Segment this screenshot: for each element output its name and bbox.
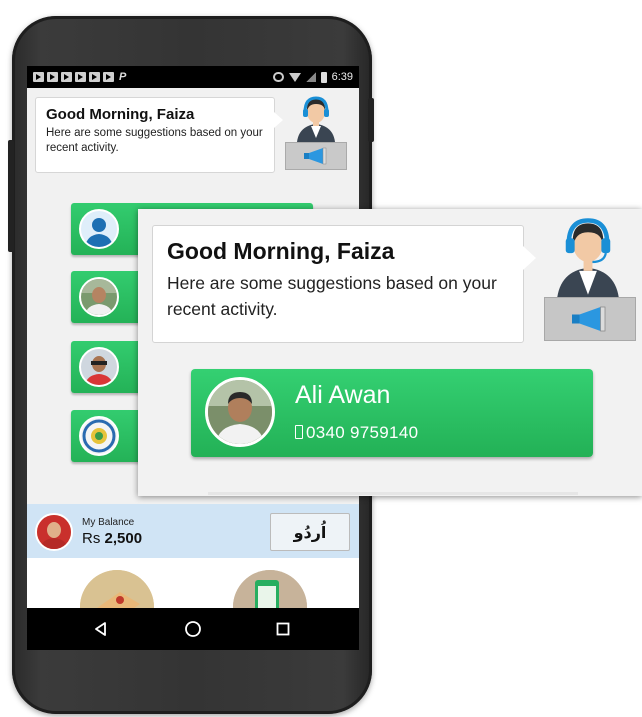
language-urdu-button[interactable]: اُردُو (270, 513, 350, 551)
greeting-message: Here are some suggestions based on your … (167, 273, 497, 319)
greeting-card: Good Morning, Faiza Here are some sugges… (35, 97, 283, 173)
notification-icon (61, 72, 72, 82)
home-button[interactable] (163, 608, 223, 650)
phone-icon (295, 425, 303, 439)
notification-icon (103, 72, 114, 82)
home-circle-icon (185, 621, 201, 637)
contact-phone: 0340 9759140 (295, 423, 418, 443)
status-bar: P 6:39 (27, 66, 359, 88)
contact-avatar (205, 377, 275, 447)
vibrate-icon (272, 72, 284, 82)
battery-icon (320, 71, 327, 83)
customer-support-agent-icon (297, 96, 335, 142)
balance-label: My Balance (82, 517, 135, 528)
notification-icon (33, 72, 44, 82)
megaphone-icon (572, 306, 606, 332)
contact-avatar (79, 416, 119, 456)
greeting-title: Good Morning, Faiza (46, 106, 195, 123)
zoom-callout: Good Morning, Faiza Here are some sugges… (138, 209, 642, 496)
balance-currency: Rs (82, 530, 101, 547)
recents-square-icon (276, 622, 290, 636)
contact-avatar (79, 277, 119, 317)
contact-name: Ali Awan (295, 381, 391, 409)
greeting-card-zoomed: Good Morning, Faiza Here are some sugges… (152, 225, 536, 343)
balance-value: Rs 2,500 (82, 530, 142, 547)
services-area (27, 558, 359, 612)
signal-icon (305, 72, 316, 82)
service-icon[interactable] (80, 570, 154, 612)
greeting-message: Here are some suggestions based on your … (46, 127, 263, 154)
back-triangle-icon (95, 622, 106, 636)
megaphone-button[interactable] (544, 297, 636, 341)
status-time: 6:39 (331, 71, 353, 83)
greeting-title: Good Morning, Faiza (167, 238, 395, 264)
phone-power-button (368, 98, 374, 142)
phone-volume-button (8, 140, 14, 252)
service-icon[interactable] (233, 570, 307, 612)
customer-support-agent-icon (556, 218, 620, 301)
user-avatar (35, 513, 73, 551)
recents-button[interactable] (253, 608, 313, 650)
balance-bar: My Balance Rs 2,500 اُردُو (27, 504, 359, 558)
contact-phone-number: 0340 9759140 (306, 423, 419, 442)
back-button[interactable] (71, 608, 131, 650)
notification-icon (89, 72, 100, 82)
paypal-icon: P (119, 71, 127, 83)
balance-amount: 2,500 (104, 530, 143, 547)
notification-icon (47, 72, 58, 82)
android-nav-bar (27, 608, 359, 650)
divider (208, 492, 578, 495)
notification-icon (75, 72, 86, 82)
megaphone-button[interactable] (285, 142, 347, 170)
wifi-icon (288, 72, 301, 82)
megaphone-icon (304, 147, 327, 165)
contact-button-zoomed[interactable]: Ali Awan 0340 9759140 (191, 369, 593, 457)
contact-avatar (79, 347, 119, 387)
contact-avatar (79, 209, 119, 249)
